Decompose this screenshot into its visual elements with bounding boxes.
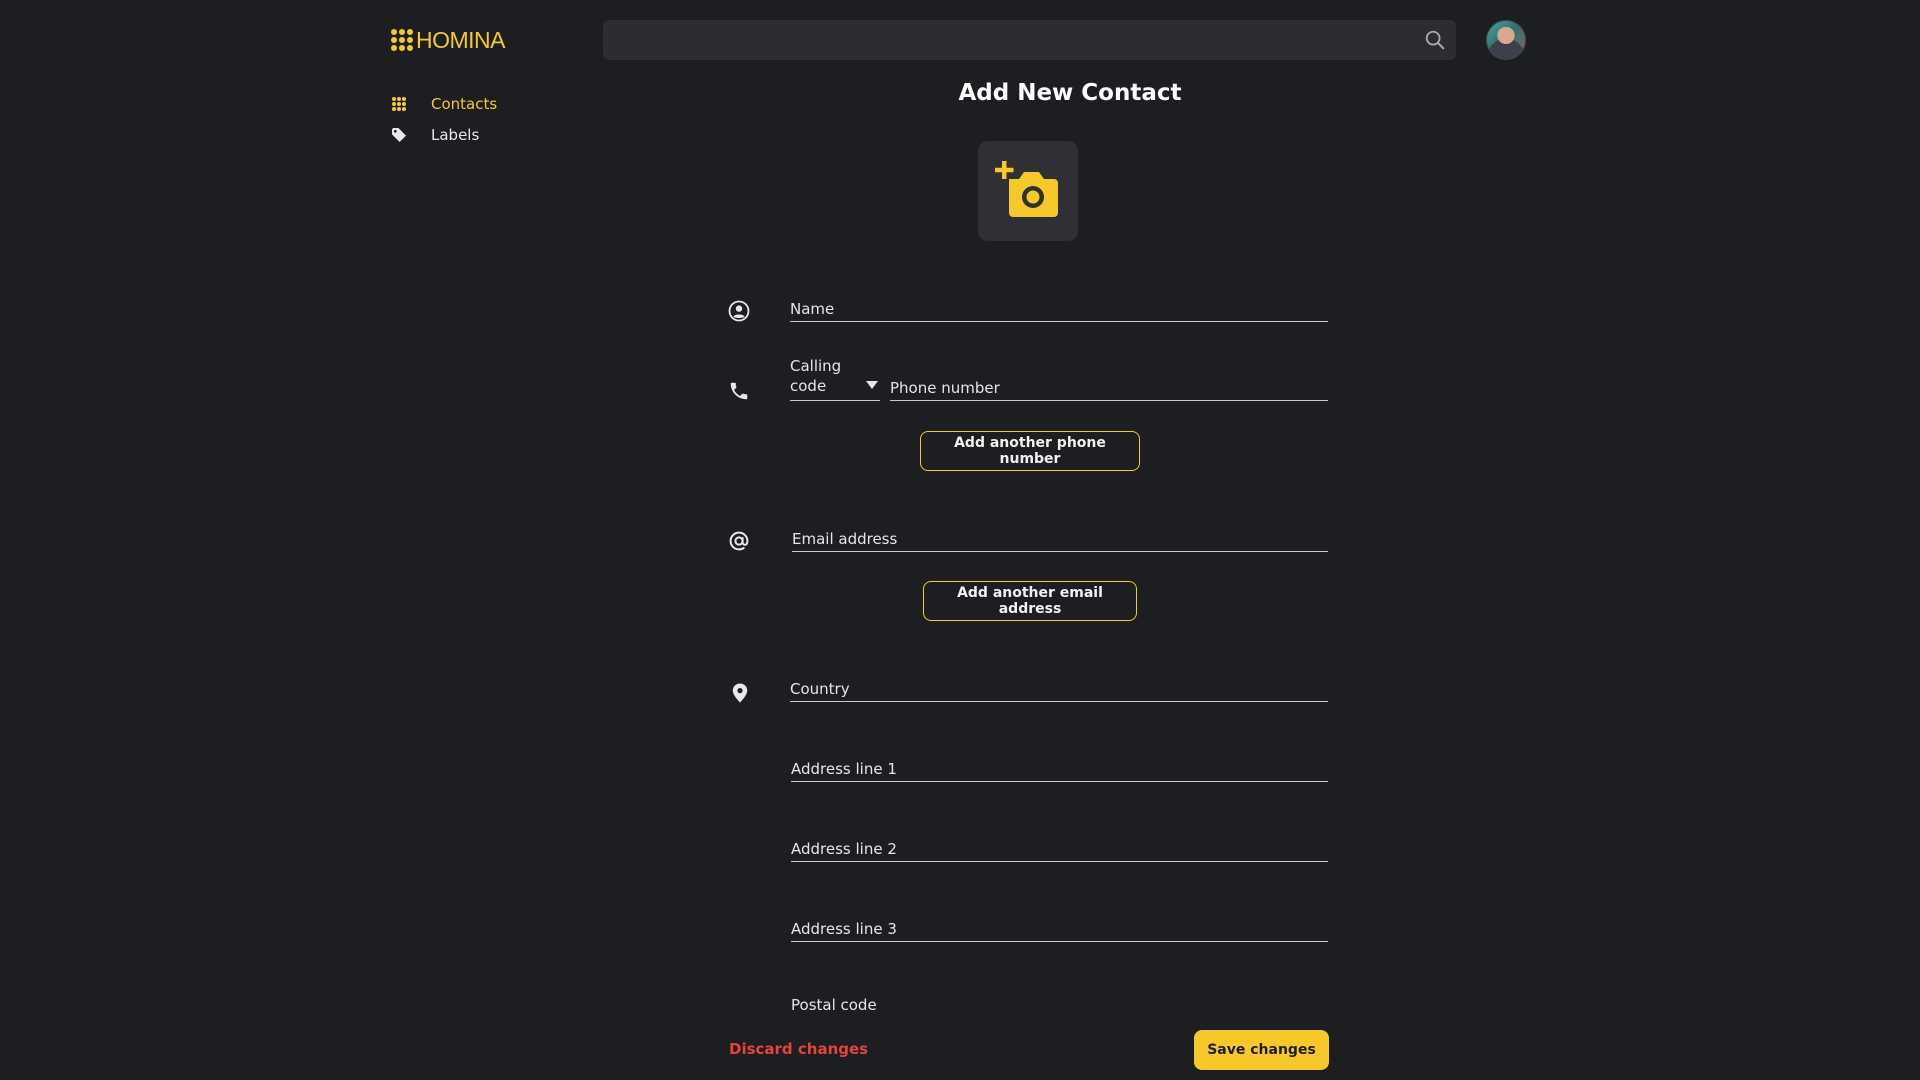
email-input[interactable]	[792, 516, 1328, 551]
search-bar	[603, 20, 1456, 60]
chevron-down-icon	[866, 381, 878, 389]
at-sign-icon	[728, 530, 750, 552]
email-field	[792, 516, 1328, 552]
calling-code-select[interactable]: Calling code	[790, 354, 880, 401]
sidebar-item-labels[interactable]: Labels	[391, 119, 591, 150]
add-photo-button[interactable]	[978, 141, 1078, 241]
user-avatar[interactable]	[1486, 20, 1526, 60]
calling-code-label: Calling code	[790, 357, 842, 395]
page-title: Add New Contact	[958, 80, 1182, 106]
address-line-1-input[interactable]	[791, 746, 1328, 781]
name-input[interactable]	[790, 286, 1328, 321]
tag-icon	[391, 127, 407, 143]
name-field	[790, 286, 1328, 322]
address-line-2-input[interactable]	[791, 826, 1328, 861]
address-line-2-field	[791, 826, 1328, 862]
logo-text: HOMINA	[416, 26, 506, 53]
address-line-1-field	[791, 746, 1328, 782]
location-pin-icon	[729, 682, 751, 704]
postal-code-field[interactable]: Postal code	[791, 996, 877, 1014]
search-input[interactable]	[617, 20, 1397, 60]
add-phone-button[interactable]: Add another phone number	[920, 431, 1140, 471]
homina-logo[interactable]: HOMINA	[391, 26, 506, 53]
add-email-button[interactable]: Add another email address	[923, 581, 1137, 621]
save-changes-button[interactable]: Save changes	[1194, 1030, 1329, 1070]
discard-changes-button[interactable]: Discard changes	[729, 1040, 868, 1058]
country-field	[790, 666, 1328, 702]
logo-grid-icon	[391, 29, 413, 51]
sidebar-item-label: Labels	[431, 125, 480, 144]
phone-icon	[728, 380, 750, 402]
add-photo-icon	[995, 161, 1058, 217]
address-line-3-field	[791, 906, 1328, 942]
phone-number-input[interactable]	[890, 365, 1328, 400]
address-line-3-input[interactable]	[791, 906, 1328, 941]
person-icon	[728, 300, 750, 322]
phone-number-field	[890, 365, 1328, 401]
search-icon[interactable]	[1424, 29, 1446, 51]
country-input[interactable]	[790, 666, 1328, 701]
